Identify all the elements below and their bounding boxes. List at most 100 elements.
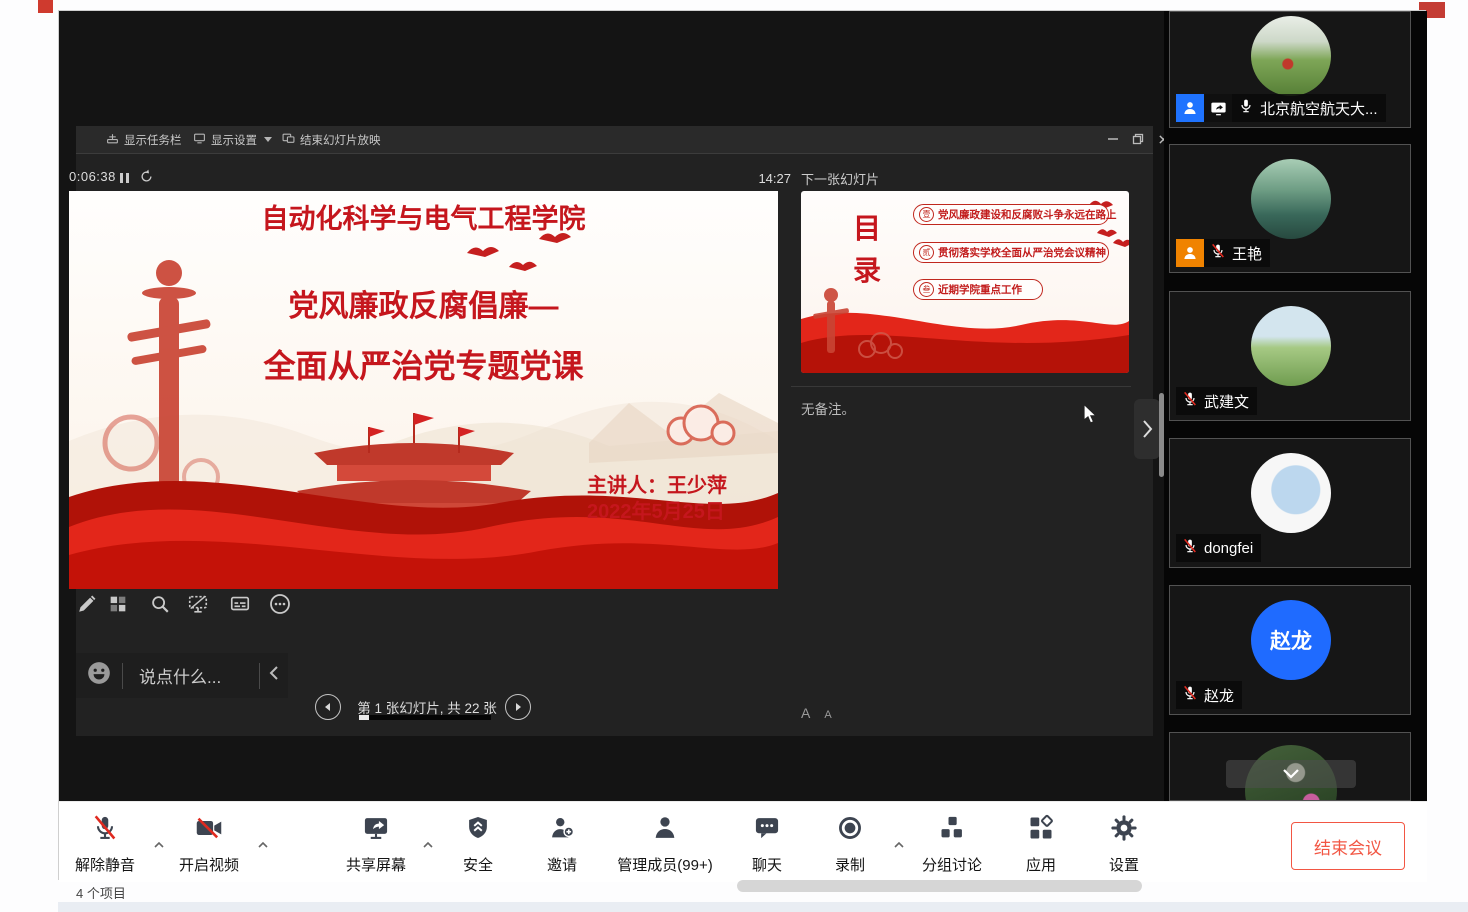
- expand-panel-handle[interactable]: [1134, 399, 1160, 459]
- comment-input[interactable]: 说点什么...: [123, 663, 259, 688]
- slide-counter: 第 1 张幻灯片, 共 22 张: [357, 697, 497, 717]
- apps-label: 应用: [1026, 854, 1056, 875]
- current-slide[interactable]: 自动化科学与电气工程学院 党风廉政反腐倡廉— 全面从严治党专题党课 主讲人：王少…: [69, 191, 778, 589]
- slide-artwork: [69, 191, 778, 589]
- video-options-chevron[interactable]: [256, 840, 270, 850]
- end-slideshow-label: 结束幻灯片放映: [300, 132, 381, 148]
- slide-sorter-icon[interactable]: [105, 591, 131, 617]
- chat-label: 聊天: [752, 854, 782, 875]
- subtitles-icon[interactable]: [227, 591, 253, 617]
- invite-button[interactable]: 邀请: [502, 814, 622, 875]
- record-icon: [836, 814, 864, 847]
- emoji-icon[interactable]: [76, 660, 122, 691]
- collapse-list-button[interactable]: [1226, 760, 1356, 788]
- start-video-label: 开启视频: [179, 854, 239, 875]
- avatar: 赵龙: [1251, 600, 1331, 680]
- toc-num-2: 贰: [919, 245, 934, 260]
- desktop-strip: [58, 902, 1468, 912]
- mic-muted-icon: [1182, 684, 1198, 706]
- breakout-rooms-label: 分组讨论: [922, 854, 982, 875]
- toc-text-2: 贯彻落实学校全面从严治党会议精神: [938, 245, 1106, 260]
- participant-tile[interactable]: 王艳: [1169, 144, 1411, 273]
- minimize-button[interactable]: [1104, 130, 1122, 148]
- font-increase-button[interactable]: A: [801, 705, 810, 721]
- screen: 显示任务栏 显示设置 结束幻灯片放映 0:06:38 14:27: [0, 0, 1468, 912]
- restart-timer-button[interactable]: [139, 169, 154, 189]
- caret-down-icon: [264, 137, 272, 142]
- gear-icon: [1110, 814, 1138, 847]
- participant-tile[interactable]: 北京航空航天大...: [1169, 11, 1411, 128]
- show-taskbar-label: 显示任务栏: [124, 132, 182, 148]
- shield-icon: [465, 814, 491, 847]
- presenter-toolbar: 显示任务栏 显示设置 结束幻灯片放映: [76, 126, 1153, 154]
- toc-text-3: 近期学院重点工作: [938, 282, 1022, 297]
- cohost-badge-icon: [1176, 239, 1204, 267]
- taskbar-icon: [106, 132, 119, 148]
- participant-info-bar: dongfei: [1176, 534, 1261, 562]
- close-icon[interactable]: [1154, 130, 1164, 148]
- breakout-icon: [938, 814, 966, 847]
- slide-school-name: 自动化科学与电气工程学院: [69, 197, 778, 236]
- meeting-window: 显示任务栏 显示设置 结束幻灯片放映 0:06:38 14:27: [58, 10, 1426, 880]
- toc-item-3: 叁 近期学院重点工作: [913, 279, 1043, 300]
- comment-bar: 说点什么...: [76, 653, 288, 698]
- share-screen-label: 共享屏幕: [346, 854, 406, 875]
- unmute-label: 解除静音: [75, 854, 135, 875]
- participant-name: 武建文: [1204, 391, 1249, 412]
- previous-slide-button[interactable]: [315, 694, 341, 720]
- toc-num-1: 壹: [919, 207, 934, 222]
- pause-timer-button[interactable]: [119, 171, 130, 189]
- participant-info-bar: 赵龙: [1176, 681, 1242, 709]
- apps-icon: [1027, 814, 1055, 847]
- next-slide-button[interactable]: [505, 694, 531, 720]
- participant-tile[interactable]: dongfei: [1169, 438, 1411, 568]
- font-decrease-button[interactable]: A: [824, 709, 831, 721]
- settings-label: 设置: [1109, 854, 1139, 875]
- divider: [791, 386, 1131, 387]
- avatar: [1251, 16, 1331, 96]
- black-screen-icon[interactable]: [185, 591, 211, 617]
- display-settings-button[interactable]: 显示设置: [193, 126, 272, 153]
- end-slideshow-button[interactable]: 结束幻灯片放映: [282, 126, 381, 153]
- participant-tile[interactable]: [1169, 732, 1411, 801]
- end-meeting-button[interactable]: 结束会议: [1291, 822, 1405, 870]
- toc-text-1: 党风廉政建设和反腐败斗争永远在路上: [938, 207, 1117, 222]
- toc-char-2: 录: [853, 249, 881, 289]
- collapse-comment-icon[interactable]: [260, 665, 288, 686]
- zoom-icon[interactable]: [147, 591, 173, 617]
- avatar: [1251, 159, 1331, 239]
- start-video-button[interactable]: 开启视频: [149, 814, 269, 875]
- participant-tile[interactable]: 武建文: [1169, 291, 1411, 421]
- restore-button[interactable]: [1129, 130, 1147, 148]
- display-settings-label: 显示设置: [211, 132, 257, 148]
- background-window-scrollbar: [737, 880, 1142, 892]
- participant-info-bar: 王艳: [1176, 239, 1270, 267]
- display-settings-icon: [193, 132, 206, 148]
- settings-button[interactable]: 设置: [1064, 814, 1184, 875]
- manage-members-label: 管理成员(99+): [617, 854, 712, 875]
- show-taskbar-button[interactable]: 显示任务栏: [106, 126, 182, 153]
- invite-label: 邀请: [547, 854, 577, 875]
- participant-tile[interactable]: 赵龙 赵龙: [1169, 585, 1411, 715]
- mic-muted-icon: [1182, 390, 1198, 412]
- more-options-icon[interactable]: [267, 591, 293, 617]
- participant-name: dongfei: [1204, 540, 1253, 557]
- avatar: [1251, 306, 1331, 386]
- slide-title-line2: 全面从严治党专题党课: [69, 341, 778, 387]
- notes-text: 无备注。: [801, 398, 855, 418]
- current-time: 14:27: [719, 171, 791, 186]
- next-slide-preview[interactable]: 目 录 壹 党风廉政建设和反腐败斗争永远在路上 贰 贯彻落实学校全面从严治党会议…: [801, 191, 1129, 373]
- participant-name: 赵龙: [1204, 685, 1234, 706]
- shared-screen-area: 显示任务栏 显示设置 结束幻灯片放映 0:06:38 14:27: [59, 11, 1164, 801]
- share-screen-icon: [362, 814, 390, 847]
- camera-off-icon: [194, 814, 224, 847]
- pen-icon[interactable]: [74, 591, 100, 617]
- avatar: [1251, 453, 1331, 533]
- unmute-button[interactable]: 解除静音: [45, 814, 165, 875]
- mic-on-icon: [1238, 97, 1254, 119]
- toc-item-2: 贰 贯彻落实学校全面从严治党会议精神: [913, 242, 1109, 263]
- toc-num-3: 叁: [919, 282, 934, 297]
- slide-progress-bar[interactable]: [359, 715, 491, 720]
- mic-muted-icon: [91, 814, 119, 847]
- slide-progress-thumb[interactable]: [359, 715, 369, 720]
